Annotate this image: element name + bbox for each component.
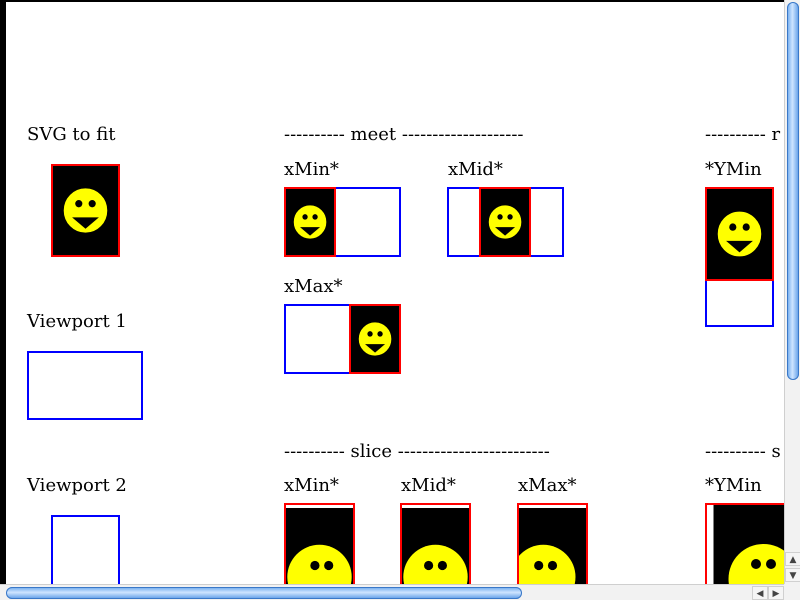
meet-xmax-sample	[284, 304, 401, 374]
label-viewport-2: Viewport 2	[27, 475, 127, 496]
scroll-right-icon[interactable]: ▶	[768, 586, 784, 600]
label-meet-ymin: *YMin	[705, 159, 762, 180]
meet-xmin-sample	[284, 187, 401, 257]
svg-to-fit-sample	[50, 163, 121, 258]
label-slice-xmid: xMid*	[401, 475, 456, 496]
label-svg-to-fit: SVG to fit	[27, 124, 116, 145]
label-meet-xmax: xMax*	[284, 276, 343, 297]
label-meet-xmin: xMin*	[284, 159, 339, 180]
slice-xmax-sample	[517, 503, 588, 584]
label-slice-header: ---------- slice -----------------------…	[284, 441, 550, 462]
horizontal-scrollbar[interactable]: ◀ ▶	[0, 584, 784, 600]
slice-xmin-sample	[284, 503, 355, 584]
label-meet-header-right: ---------- r	[705, 124, 781, 145]
vertical-scrollbar[interactable]: ▲ ▼	[784, 0, 800, 584]
label-slice-xmin: xMin*	[284, 475, 339, 496]
label-meet-header: ---------- meet --------------------	[284, 124, 524, 145]
slice-xmid-sample	[400, 503, 471, 584]
scrollbar-corner	[784, 584, 800, 600]
preserve-aspect-ratio-test-svg	[27, 163, 784, 584]
label-viewport-1: Viewport 1	[27, 311, 127, 332]
viewport-1-box	[27, 351, 143, 420]
svg-test-canvas: SVG to fit Viewport 1 Viewport 2 -------…	[6, 2, 784, 584]
label-slice-header-right: ---------- s	[705, 441, 781, 462]
meet-ymin-sample	[704, 186, 775, 327]
scroll-up-icon[interactable]: ▲	[785, 552, 800, 566]
horizontal-scroll-thumb[interactable]	[6, 587, 522, 599]
label-slice-xmax: xMax*	[518, 475, 577, 496]
slice-ymin-sample	[705, 503, 784, 584]
label-meet-xmid: xMid*	[448, 159, 503, 180]
viewport-2-box	[51, 515, 120, 584]
scroll-down-icon[interactable]: ▼	[785, 568, 800, 582]
scroll-left-icon[interactable]: ◀	[752, 586, 768, 600]
meet-xmid-sample	[447, 187, 564, 257]
vertical-scroll-thumb[interactable]	[787, 2, 799, 380]
label-slice-ymin: *YMin	[705, 475, 762, 496]
